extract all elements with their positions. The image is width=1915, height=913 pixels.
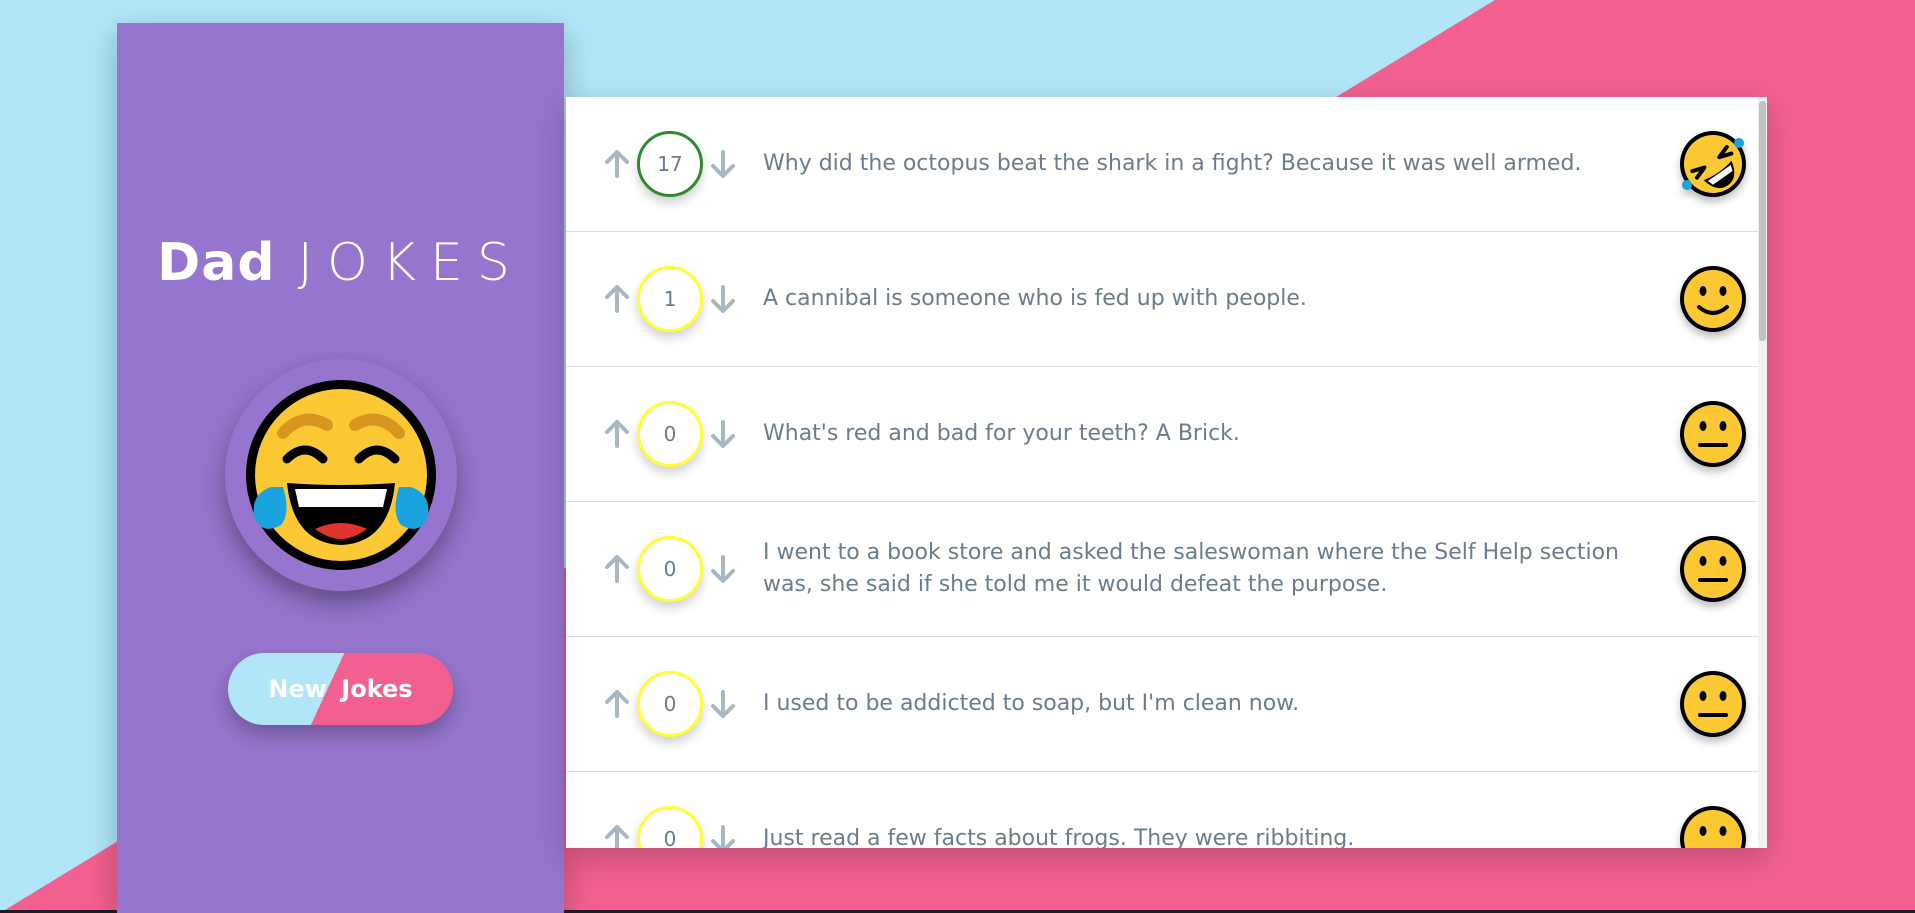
app-title: Dad JOKES	[157, 233, 524, 293]
neutral-face-icon	[1680, 536, 1746, 602]
downvote-arrow-icon[interactable]	[706, 822, 740, 848]
joke-text: Why did the octopus beat the shark in a …	[763, 151, 1582, 176]
hero-emoji-circle	[224, 359, 457, 591]
vote-score: 0	[637, 671, 703, 737]
vote-controls: 17	[600, 97, 740, 231]
vote-controls: 0	[600, 502, 740, 636]
upvote-arrow-icon[interactable]	[600, 282, 634, 316]
downvote-arrow-icon[interactable]	[706, 282, 740, 316]
joke-item: 0 What's red and bad for your teeth? A B…	[566, 367, 1758, 502]
downvote-arrow-icon[interactable]	[706, 147, 740, 181]
joke-item: 0 Just read a few facts about frogs. The…	[566, 772, 1758, 848]
vote-controls: 0	[600, 367, 740, 501]
joke-item: 0 I used to be addicted to soap, but I'm…	[566, 637, 1758, 772]
joke-text: A cannibal is someone who is fed up with…	[763, 286, 1307, 311]
vote-score: 0	[637, 806, 703, 848]
downvote-arrow-icon[interactable]	[706, 417, 740, 451]
neutral-face-icon	[1680, 806, 1746, 848]
vote-score: 0	[637, 536, 703, 602]
joke-text: I used to be addicted to soap, but I'm c…	[763, 691, 1300, 716]
slightly-smiling-face-icon	[1680, 266, 1746, 332]
upvote-arrow-icon[interactable]	[600, 147, 634, 181]
joke-text: I went to a book store and asked the sal…	[763, 540, 1620, 597]
app-title-bold: Dad	[157, 233, 276, 293]
rolling-on-floor-laughing-icon	[1680, 131, 1746, 197]
vote-controls: 0	[600, 772, 740, 848]
app-title-light: JOKES	[297, 233, 524, 293]
laughing-crying-face-icon	[245, 380, 436, 570]
joke-list-scrollbar[interactable]	[1758, 97, 1767, 848]
vote-score: 17	[637, 131, 703, 197]
upvote-arrow-icon[interactable]	[600, 417, 634, 451]
joke-list[interactable]: 17 Why did the octopus beat the shark in…	[566, 97, 1767, 848]
downvote-arrow-icon[interactable]	[706, 552, 740, 586]
vote-controls: 1	[600, 232, 740, 366]
vote-score: 1	[637, 266, 703, 332]
joke-text: What's red and bad for your teeth? A Bri…	[763, 421, 1240, 446]
upvote-arrow-icon[interactable]	[600, 687, 634, 721]
downvote-arrow-icon[interactable]	[706, 687, 740, 721]
new-jokes-button[interactable]: New Jokes	[228, 653, 453, 725]
vote-controls: 0	[600, 637, 740, 771]
joke-item: 1 A cannibal is someone who is fed up wi…	[566, 232, 1758, 367]
vote-score: 0	[637, 401, 703, 467]
joke-item: 0 I went to a book store and asked the s…	[566, 502, 1758, 637]
sidebar: Dad JOKES New Jokes	[117, 23, 564, 913]
upvote-arrow-icon[interactable]	[600, 822, 634, 848]
upvote-arrow-icon[interactable]	[600, 552, 634, 586]
neutral-face-icon	[1680, 671, 1746, 737]
joke-text: Just read a few facts about frogs. They …	[763, 826, 1355, 848]
joke-item: 17 Why did the octopus beat the shark in…	[566, 97, 1758, 232]
scrollbar-thumb[interactable]	[1759, 101, 1766, 341]
neutral-face-icon	[1680, 401, 1746, 467]
